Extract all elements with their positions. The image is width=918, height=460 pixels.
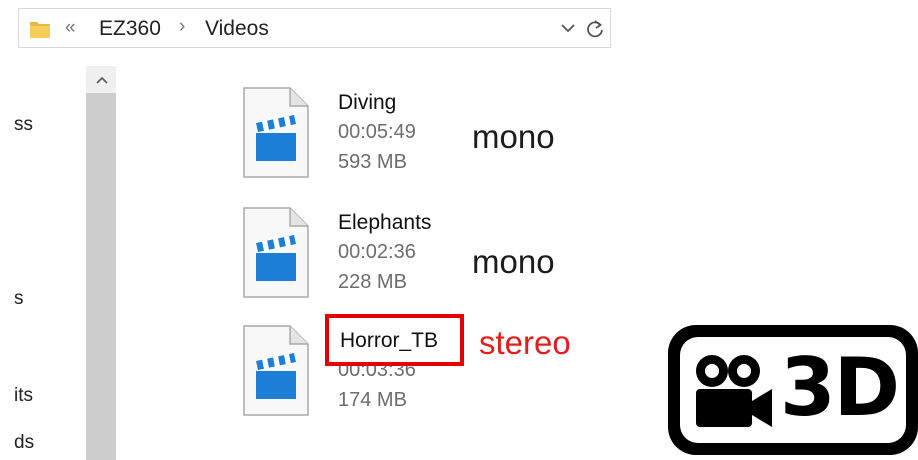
- nav-item-partial[interactable]: ss: [14, 114, 33, 136]
- 3d-badge-inner: 3D: [680, 337, 906, 443]
- nav-item-partial[interactable]: its: [14, 385, 33, 407]
- annotation-mono: mono: [472, 243, 555, 280]
- annotation-mono: mono: [472, 118, 555, 155]
- video-file-icon: [243, 87, 309, 178]
- video-file-icon: [243, 325, 309, 416]
- breadcrumb-videos[interactable]: Videos: [205, 17, 269, 41]
- video-camera-icon: [696, 355, 772, 427]
- breadcrumb-separator: ›: [179, 16, 186, 37]
- nav-item-partial[interactable]: s: [14, 288, 24, 310]
- file-size: 174 MB: [338, 389, 407, 411]
- 3d-label: 3D: [780, 341, 900, 434]
- file-duration: 00:02:36: [338, 241, 416, 263]
- 3d-badge: 3D: [668, 325, 918, 455]
- file-name[interactable]: Elephants: [338, 211, 431, 235]
- address-bar[interactable]: « EZ360 › Videos: [18, 8, 611, 48]
- scroll-up-icon[interactable]: [95, 75, 109, 85]
- annotation-stereo: stereo: [479, 324, 571, 361]
- file-name[interactable]: Diving: [338, 91, 396, 115]
- highlight-box: [325, 314, 464, 366]
- nav-item-partial[interactable]: ds: [14, 432, 34, 454]
- nav-scrollbar[interactable]: [86, 66, 116, 460]
- file-size: 593 MB: [338, 151, 407, 173]
- file-duration: 00:05:49: [338, 121, 416, 143]
- video-file-icon: [243, 207, 309, 298]
- breadcrumb-ez360[interactable]: EZ360: [99, 17, 161, 41]
- refresh-icon[interactable]: [584, 18, 606, 40]
- overflow-chevron-icon[interactable]: «: [65, 17, 76, 39]
- folder-icon: [30, 22, 50, 38]
- chevron-down-icon[interactable]: [559, 21, 577, 35]
- scrollbar-thumb[interactable]: [86, 93, 116, 460]
- file-size: 228 MB: [338, 271, 407, 293]
